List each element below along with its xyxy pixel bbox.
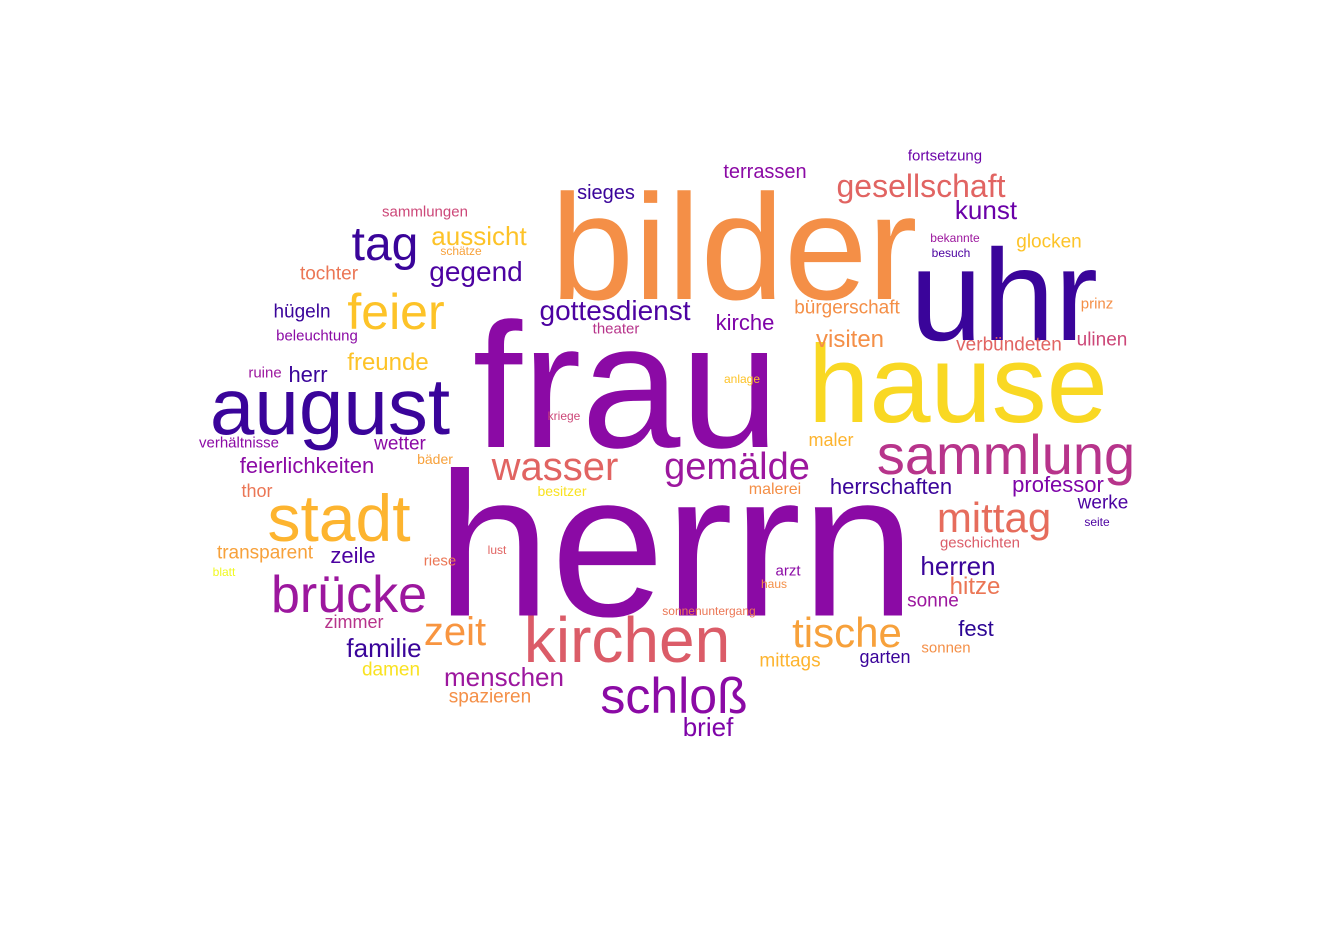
word-schätze: schätze — [440, 244, 482, 258]
word-anlage: anlage — [723, 372, 761, 386]
word-transparent: transparent — [216, 542, 314, 564]
word-sieges: sieges — [577, 182, 635, 204]
word-stadt: stadt — [267, 481, 411, 555]
word-spazieren: spazieren — [448, 686, 532, 708]
word-sammlungen: sammlungen — [382, 203, 468, 221]
word-bäder: bäder — [417, 451, 453, 467]
word-geschichten: geschichten — [939, 534, 1021, 552]
word-malerei: malerei — [748, 481, 802, 498]
word-blatt: blatt — [212, 565, 236, 579]
word-zeile: zeile — [330, 543, 376, 568]
word-thor: thor — [241, 481, 273, 501]
word-freunde: freunde — [347, 349, 429, 376]
word-lust: lust — [487, 543, 507, 557]
word-herr: herr — [288, 362, 328, 387]
word-familie: familie — [346, 633, 422, 663]
word-bürgerschaft: bürgerschaft — [794, 297, 900, 319]
word-besitzer: besitzer — [537, 483, 587, 499]
word-tochter: tochter — [299, 263, 359, 285]
word-herrschaften: herrschaften — [829, 474, 953, 499]
word-prinz: prinz — [1080, 295, 1114, 313]
word-ulinen: ulinen — [1076, 329, 1128, 351]
word-kriege: kriege — [547, 409, 581, 423]
word-ruine: ruine — [248, 364, 282, 382]
word-verbündeten: verbündeten — [956, 334, 1062, 356]
word-mittags: mittags — [759, 650, 821, 672]
word-besuch: besuch — [931, 246, 971, 260]
word-fortsetzung: fortsetzung — [907, 147, 983, 165]
word-maler: maler — [808, 430, 854, 450]
word-riese: riese — [423, 552, 457, 570]
word-mittag: mittag — [936, 494, 1052, 541]
word-seite: seite — [1084, 515, 1110, 529]
word-damen: damen — [361, 659, 421, 681]
word-terrassen: terrassen — [723, 161, 807, 183]
word-brief: brief — [682, 712, 734, 742]
word-feier: feier — [347, 284, 445, 340]
word-gegend: gegend — [429, 256, 523, 287]
word-tag: tag — [351, 218, 419, 271]
word-zimmer: zimmer — [324, 612, 384, 632]
word-fest: fest — [958, 616, 994, 641]
word-feierlichkeiten: feierlichkeiten — [239, 453, 375, 478]
word-visiten: visiten — [815, 326, 885, 353]
word-wasser: wasser — [491, 445, 619, 489]
word-kunst: kunst — [954, 195, 1018, 225]
word-werke: werke — [1077, 492, 1129, 514]
word-bekannte: bekannte — [930, 231, 980, 245]
word-verhältnisse: verhältnisse — [198, 434, 280, 452]
word-glocken: glocken — [1016, 231, 1082, 253]
word-kirche: kirche — [715, 310, 775, 335]
word-sonnenuntergang: sonnenuntergang — [662, 604, 756, 618]
word-zeit: zeit — [423, 610, 487, 654]
word-garten: garten — [859, 647, 911, 667]
word-beleuchtung: beleuchtung — [276, 327, 358, 345]
word-sonne: sonne — [907, 590, 959, 612]
word-haus: haus — [760, 577, 788, 591]
word-theater: theater — [592, 320, 640, 338]
word-hügeln: hügeln — [273, 301, 331, 323]
word-sonnen: sonnen — [921, 639, 971, 657]
word-cloud: herrn frau bilder hause uhr august kirchen samm… — [0, 0, 1334, 945]
